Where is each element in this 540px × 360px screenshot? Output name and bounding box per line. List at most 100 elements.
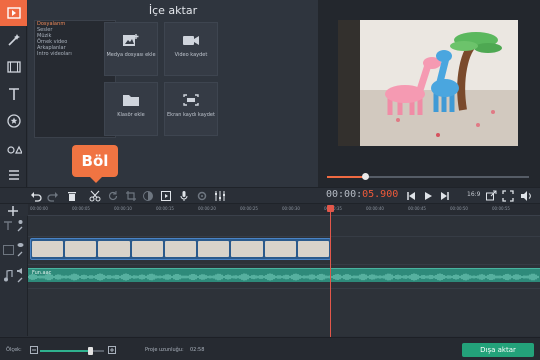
ruler-tick: 00:00:40: [366, 206, 384, 211]
film-icon: [6, 61, 21, 73]
color-adjust-icon[interactable]: [142, 190, 154, 202]
preview-scrubber[interactable]: [327, 173, 529, 180]
stickers-tool-button[interactable]: [0, 108, 27, 134]
zoom-in-icon[interactable]: [108, 346, 116, 354]
text-icon: [8, 88, 19, 100]
rotate-icon[interactable]: [107, 190, 119, 202]
aspect-ratio-button[interactable]: 16:9: [467, 191, 480, 198]
crop-icon[interactable]: [125, 190, 137, 202]
audio-track-header: [0, 264, 28, 288]
zoom-slider[interactable]: [40, 347, 104, 355]
detach-preview-icon[interactable]: [485, 190, 497, 202]
clip-properties-icon[interactable]: [160, 190, 172, 202]
clip-thumbnail: [231, 241, 263, 257]
preview-frame: [338, 20, 518, 146]
add-folder-button[interactable]: Klasör ekle: [104, 82, 158, 136]
ruler-tick: 00:00:00: [30, 206, 48, 211]
music-note-icon: [4, 270, 13, 282]
playhead-handle[interactable]: [327, 205, 334, 212]
screen-capture-icon: [183, 94, 199, 106]
record-video-button[interactable]: Video kaydet: [164, 22, 218, 76]
clip-thumbnail: [98, 241, 130, 257]
panel-title: İçe aktar: [148, 4, 198, 17]
empty-track-header: [0, 288, 28, 336]
shapes-icon: [6, 145, 22, 154]
title-track-header: [0, 216, 28, 236]
ruler-tick: 00:00:15: [156, 206, 174, 211]
clip-thumbnail: [264, 241, 296, 257]
scrubber-progress: [327, 176, 366, 178]
split-tooltip: Böl: [72, 145, 118, 183]
import-icon: [6, 7, 21, 19]
zoom-label: Ölçek:: [6, 347, 22, 353]
timeline-ruler[interactable]: 00:00:00 00:00:05 00:00:10 00:00:15 00:0…: [28, 204, 540, 216]
timeline-playhead[interactable]: [330, 205, 331, 337]
previous-frame-icon[interactable]: [405, 190, 417, 202]
clip-thumbnail: [65, 241, 97, 257]
track-visibility-icon[interactable]: [17, 242, 24, 258]
preview-panel: [318, 0, 540, 187]
clip-thumbnail: [164, 241, 197, 257]
transitions-tool-button[interactable]: [0, 135, 27, 161]
export-button[interactable]: Dışa aktar: [462, 343, 534, 357]
filters-tool-button[interactable]: [0, 54, 27, 80]
text-track-icon: [4, 221, 12, 230]
equalizer-icon[interactable]: [214, 190, 226, 202]
project-duration-label: Proje uzunluğu:: [145, 347, 184, 353]
status-bar: Ölçek: Proje uzunluğu: 02:58: [0, 337, 540, 360]
audio-clip[interactable]: Fun.aac: [28, 268, 540, 282]
track-divider: [28, 264, 540, 265]
volume-icon[interactable]: [520, 190, 532, 202]
scissors-icon[interactable]: [89, 190, 101, 202]
magic-wand-icon: [7, 34, 20, 46]
track-divider: [28, 288, 540, 289]
video-track-icon: [3, 245, 14, 255]
fullscreen-icon[interactable]: [502, 190, 514, 202]
titles-tool-button[interactable]: [0, 81, 27, 107]
effects-tool-button[interactable]: [0, 27, 27, 53]
folder-icon: [123, 95, 139, 106]
timecode-elapsed: 00:00:: [326, 189, 363, 200]
play-icon[interactable]: [422, 190, 434, 202]
settings-gear-icon[interactable]: [196, 190, 208, 202]
ruler-tick: 00:00:20: [198, 206, 216, 211]
ruler-tick: 00:00:10: [114, 206, 132, 211]
timecode-fraction: 05.900: [362, 189, 399, 200]
audio-waveform: [28, 273, 539, 281]
ruler-tick: 00:00:55: [492, 206, 510, 211]
video-clip[interactable]: [30, 238, 331, 260]
undo-icon[interactable]: [30, 190, 42, 202]
redo-icon[interactable]: [47, 190, 59, 202]
clip-thumbnail: [32, 241, 64, 257]
project-duration-value: 02:58: [190, 347, 205, 353]
tile-label: Ekran kaydı kaydet: [167, 112, 215, 118]
track-divider: [28, 236, 540, 237]
video-editor-window: İçe aktar Dosyalarım Sesler Müzik Örnek …: [0, 0, 540, 360]
camera-icon: [183, 36, 199, 45]
menu-icon: [8, 170, 19, 180]
more-tools-button[interactable]: [0, 162, 27, 188]
trash-icon[interactable]: [66, 190, 78, 202]
import-tool-button[interactable]: [0, 0, 27, 26]
category-item[interactable]: Intro videoları: [35, 51, 115, 57]
next-frame-icon[interactable]: [439, 190, 451, 202]
screen-capture-button[interactable]: Ekran kaydı kaydet: [164, 82, 218, 136]
star-icon: [6, 114, 21, 128]
clip-thumbnail: [297, 241, 329, 257]
add-media-button[interactable]: Medya dosyası ekle: [104, 22, 158, 76]
tile-label: Medya dosyası ekle: [106, 52, 156, 58]
media-add-icon: [123, 34, 139, 46]
clip-thumbnail: [198, 241, 230, 257]
tile-label: Video kaydet: [174, 52, 208, 58]
audio-clip-name: Fun.aac: [32, 270, 52, 276]
ruler-tick: 00:00:30: [282, 206, 300, 211]
microphone-icon[interactable]: [178, 190, 190, 202]
zoom-slider-handle[interactable]: [87, 347, 93, 355]
zoom-out-icon[interactable]: [30, 346, 38, 354]
clip-thumbnail: [131, 241, 163, 257]
track-mute-icon[interactable]: [17, 268, 24, 284]
track-controls-icon[interactable]: [17, 219, 24, 233]
video-track-header: [0, 236, 28, 264]
timeline-toolbar: [0, 187, 540, 204]
tile-label: Klasör ekle: [117, 112, 145, 118]
